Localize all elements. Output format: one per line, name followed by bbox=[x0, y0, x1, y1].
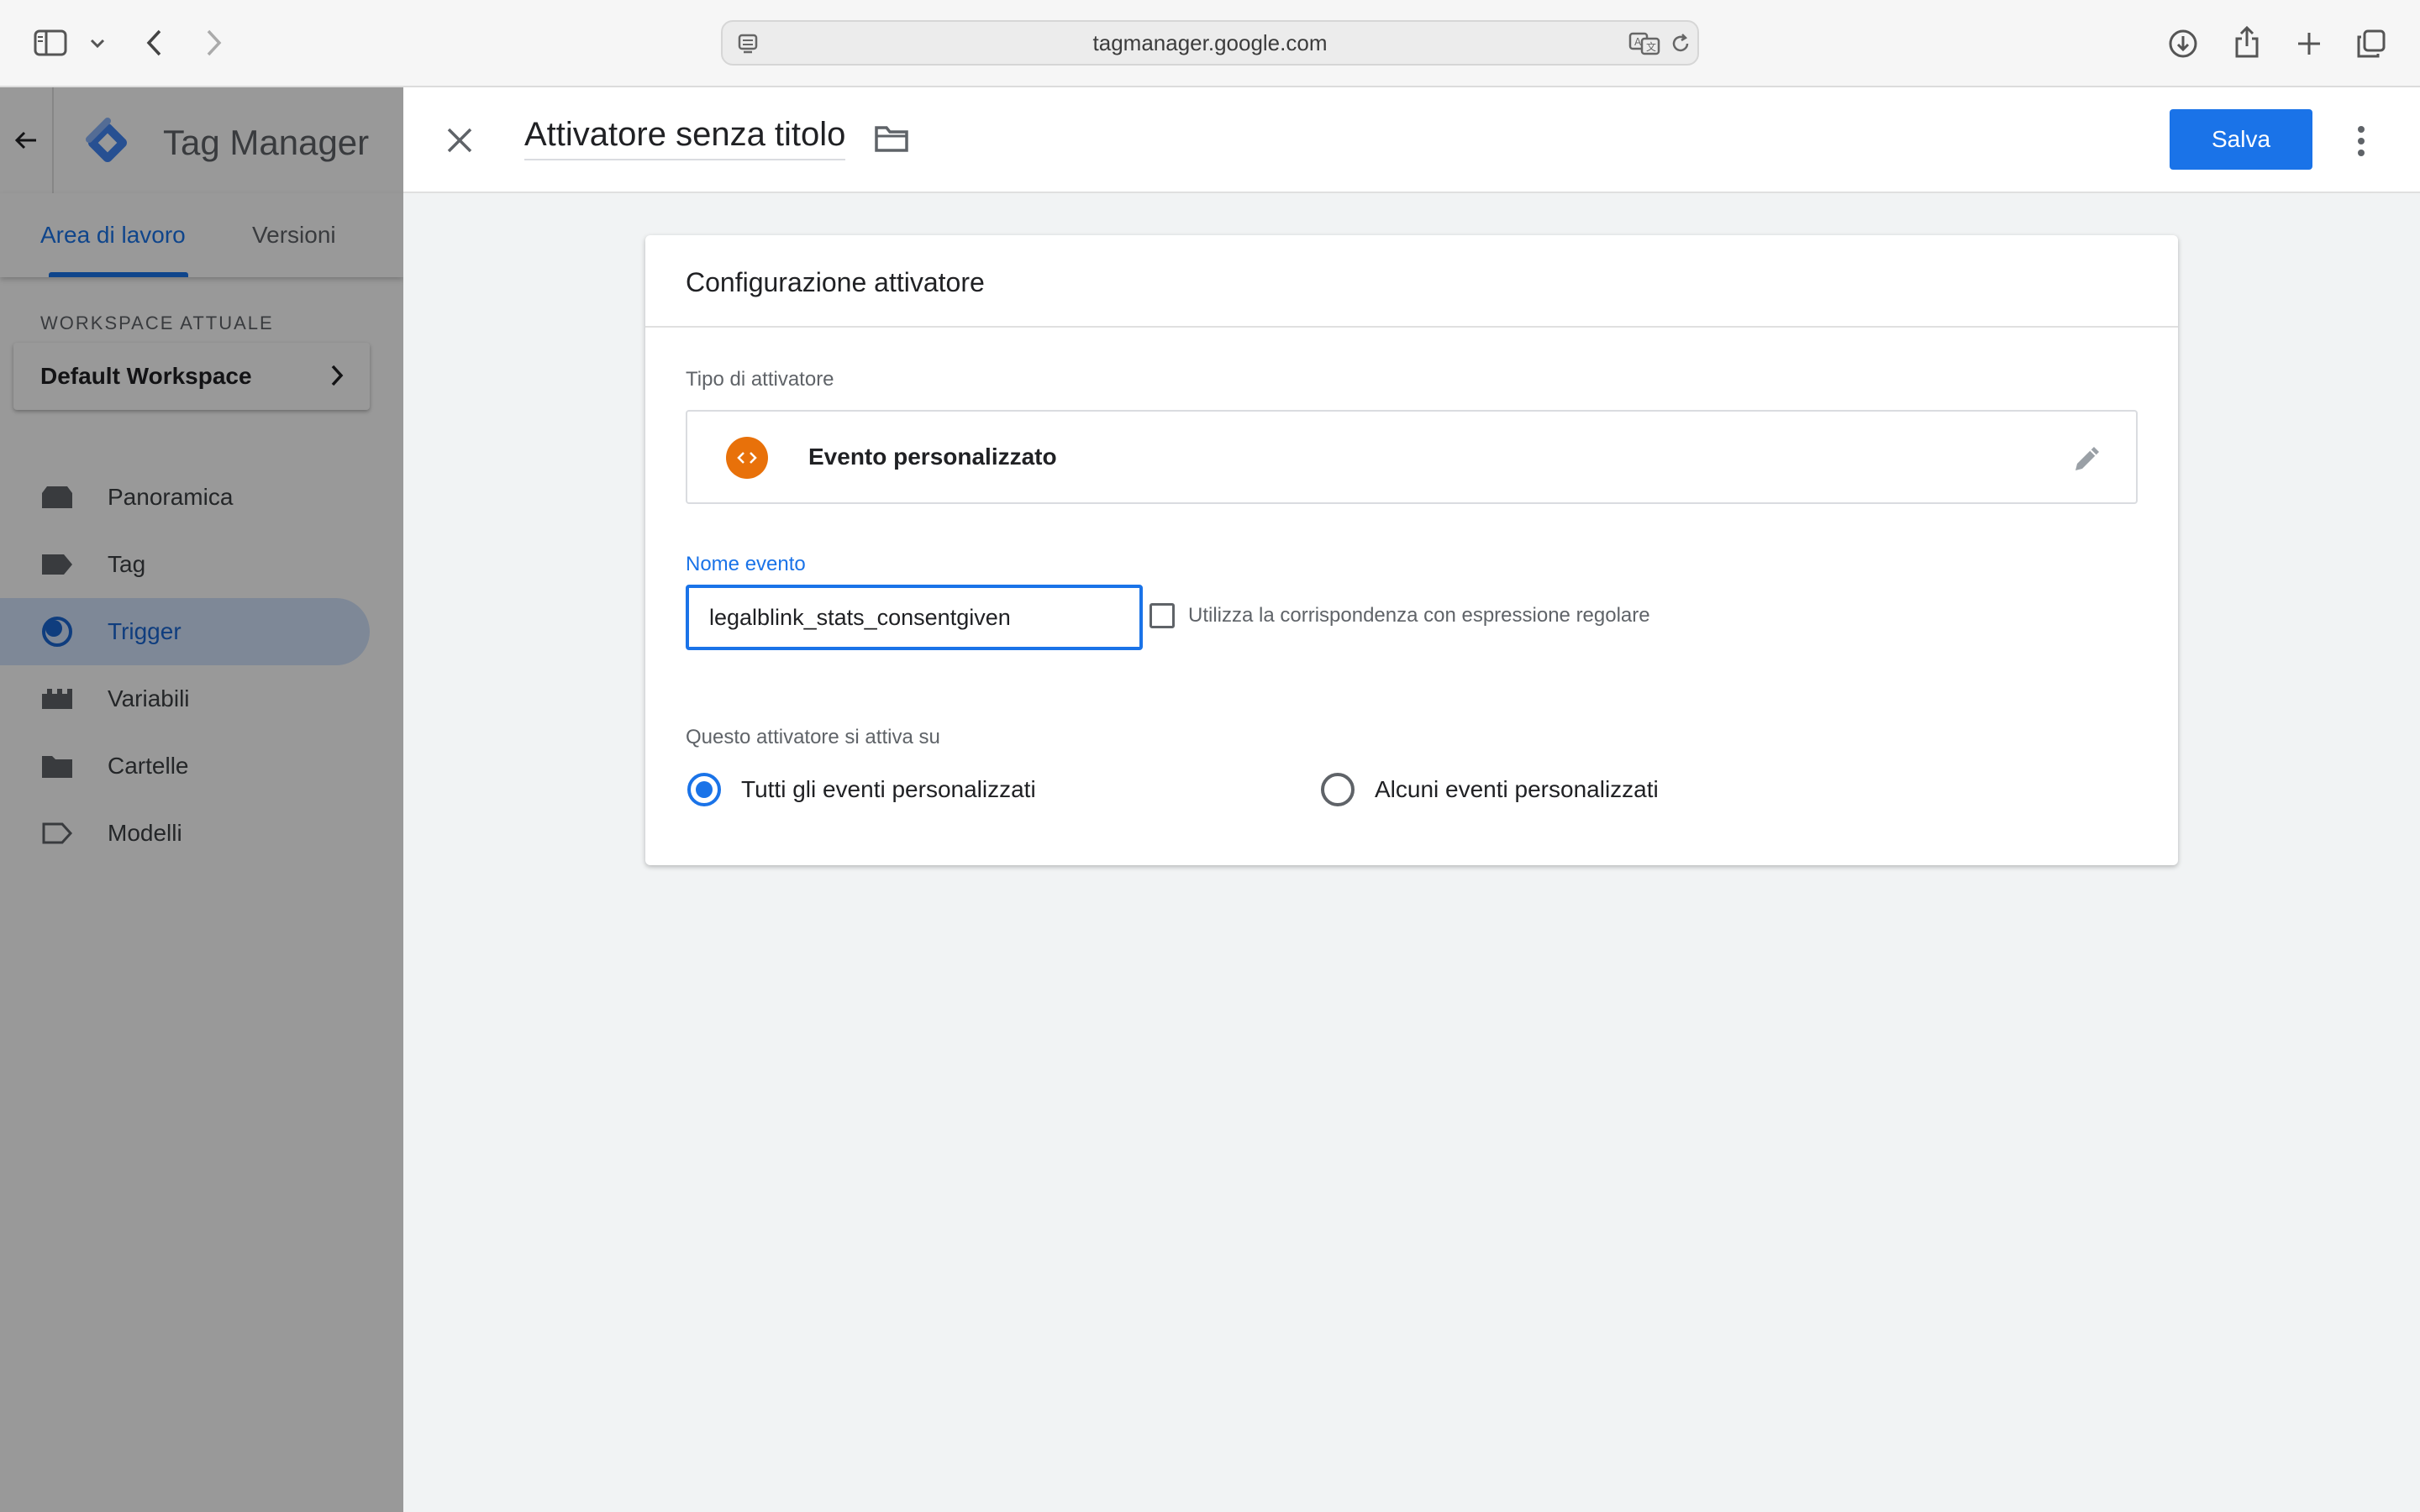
chevron-down-icon[interactable] bbox=[87, 34, 108, 54]
regex-option[interactable]: Utilizza la corrispondenza con espressio… bbox=[1150, 603, 1650, 628]
forward-icon[interactable] bbox=[200, 27, 229, 59]
new-tab-icon[interactable] bbox=[2292, 27, 2326, 60]
url-text[interactable]: tagmanager.google.com bbox=[723, 22, 1697, 64]
trigger-type-selector[interactable]: Evento personalizzato bbox=[686, 410, 2138, 504]
pencil-icon[interactable] bbox=[2070, 442, 2104, 480]
regex-label: Utilizza la corrispondenza con espressio… bbox=[1188, 604, 1650, 627]
address-bar[interactable]: tagmanager.google.com A文 bbox=[721, 20, 1699, 66]
fires-on-label: Questo attivatore si attiva su bbox=[686, 726, 940, 748]
save-button[interactable]: Salva bbox=[2170, 109, 2312, 170]
back-icon[interactable] bbox=[139, 27, 168, 59]
sidebar-toggle-icon[interactable] bbox=[34, 29, 67, 57]
radio-button-selected[interactable] bbox=[687, 773, 721, 806]
radio-some-events[interactable]: Alcuni eventi personalizzati bbox=[1321, 773, 1659, 806]
divider bbox=[645, 326, 2178, 328]
radio-all-events[interactable]: Tutti gli eventi personalizzati bbox=[687, 773, 1036, 806]
svg-text:A: A bbox=[1634, 36, 1642, 48]
close-icon[interactable] bbox=[444, 124, 476, 156]
card-title: Configurazione attivatore bbox=[686, 267, 985, 297]
tab-overview-icon[interactable] bbox=[2354, 27, 2388, 60]
more-options-icon[interactable] bbox=[2354, 124, 2368, 162]
trigger-editor-panel: Attivatore senza titolo Salva Configuraz… bbox=[403, 87, 2420, 1512]
event-name-label: Nome evento bbox=[686, 553, 806, 575]
reload-icon[interactable] bbox=[1665, 29, 1696, 59]
radio-label: Alcuni eventi personalizzati bbox=[1375, 776, 1659, 802]
trigger-type-name: Evento personalizzato bbox=[808, 444, 1057, 470]
trigger-type-label: Tipo di attivatore bbox=[686, 368, 834, 391]
event-name-input[interactable]: legalblink_stats_consentgiven bbox=[686, 585, 1143, 650]
share-icon[interactable] bbox=[2230, 24, 2264, 60]
downloads-icon[interactable] bbox=[2166, 27, 2200, 60]
editor-header: Attivatore senza titolo Salva bbox=[403, 87, 2420, 193]
radio-button[interactable] bbox=[1321, 773, 1355, 806]
custom-event-icon bbox=[726, 437, 768, 479]
regex-checkbox[interactable] bbox=[1150, 603, 1175, 628]
svg-text:文: 文 bbox=[1646, 40, 1656, 53]
trigger-configuration-card: Configurazione attivatore Tipo di attiva… bbox=[645, 235, 2178, 865]
browser-toolbar: tagmanager.google.com A文 bbox=[0, 0, 2420, 87]
modal-scrim[interactable] bbox=[0, 87, 403, 1512]
translate-icon[interactable]: A文 bbox=[1627, 29, 1664, 59]
folder-icon[interactable] bbox=[874, 124, 909, 157]
trigger-title[interactable]: Attivatore senza titolo bbox=[524, 116, 846, 160]
radio-label: Tutti gli eventi personalizzati bbox=[741, 776, 1036, 802]
